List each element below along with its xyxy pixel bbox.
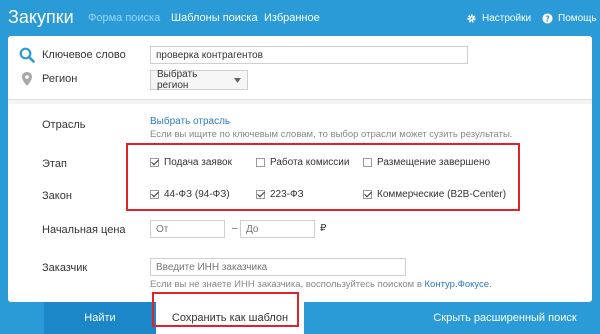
primary-search-section: Ключевое слово Регион Выбрать регион: [8, 36, 592, 100]
search-icon: [19, 47, 35, 68]
app-title: Закупки: [8, 7, 74, 27]
customer-label: Заказчик: [42, 262, 88, 274]
price-to-input[interactable]: [240, 220, 315, 238]
highlight-box-filters: [126, 143, 520, 211]
top-navigation: Закупки Форма поиска Шаблоны поиска Избр…: [0, 0, 600, 36]
customer-inn-input[interactable]: [150, 258, 406, 276]
customer-hint-suffix: .: [489, 279, 492, 290]
gear-icon: [466, 13, 477, 24]
region-label: Регион: [42, 73, 78, 85]
customer-hint-text: Если вы не знаете ИНН заказчика, восполь…: [150, 279, 422, 290]
industry-hint: Если вы ищите по ключевым словам, то выб…: [150, 129, 513, 140]
help-icon: ?: [542, 13, 553, 24]
svg-text:?: ?: [545, 14, 550, 23]
help-link[interactable]: ? Помощь: [542, 13, 597, 24]
region-select[interactable]: Выбрать регион: [150, 69, 248, 91]
tab-favorites[interactable]: Избранное: [264, 12, 320, 24]
hide-advanced-search-button[interactable]: Скрыть расширенный поиск: [410, 302, 600, 334]
price-separator: –: [232, 223, 238, 234]
select-industry-link[interactable]: Выбрать отрасль: [150, 116, 230, 127]
region-select-label: Выбрать регион: [157, 69, 198, 91]
price-from-input[interactable]: [150, 220, 225, 238]
keyword-input[interactable]: [150, 46, 468, 64]
location-pin-icon: [22, 72, 32, 91]
search-form-card: Ключевое слово Регион Выбрать регион Отр…: [8, 36, 592, 302]
action-bar: Найти Сохранить как шаблон Скрыть расшир…: [44, 302, 600, 334]
keyword-label: Ключевое слово: [42, 49, 126, 61]
settings-label: Настройки: [482, 13, 532, 24]
stage-label: Этап: [42, 158, 67, 170]
customer-hint: Если вы не знаете ИНН заказчика, восполь…: [150, 279, 492, 290]
tab-search-templates[interactable]: Шаблоны поиска: [171, 12, 258, 24]
law-label: Закон: [42, 190, 72, 202]
section-divider: [8, 100, 592, 104]
currency-rub: ₽: [320, 223, 327, 234]
help-label: Помощь: [558, 13, 597, 24]
settings-link[interactable]: Настройки: [466, 13, 531, 24]
highlight-box-save: [152, 292, 299, 327]
kontur-focus-link[interactable]: Контур.Фокусе: [425, 279, 490, 290]
industry-label: Отрасль: [42, 119, 86, 131]
find-button[interactable]: Найти: [44, 302, 156, 334]
tab-search-form[interactable]: Форма поиска: [88, 12, 160, 24]
price-label: Начальная цена: [42, 224, 126, 236]
chevron-down-icon: [234, 75, 241, 86]
